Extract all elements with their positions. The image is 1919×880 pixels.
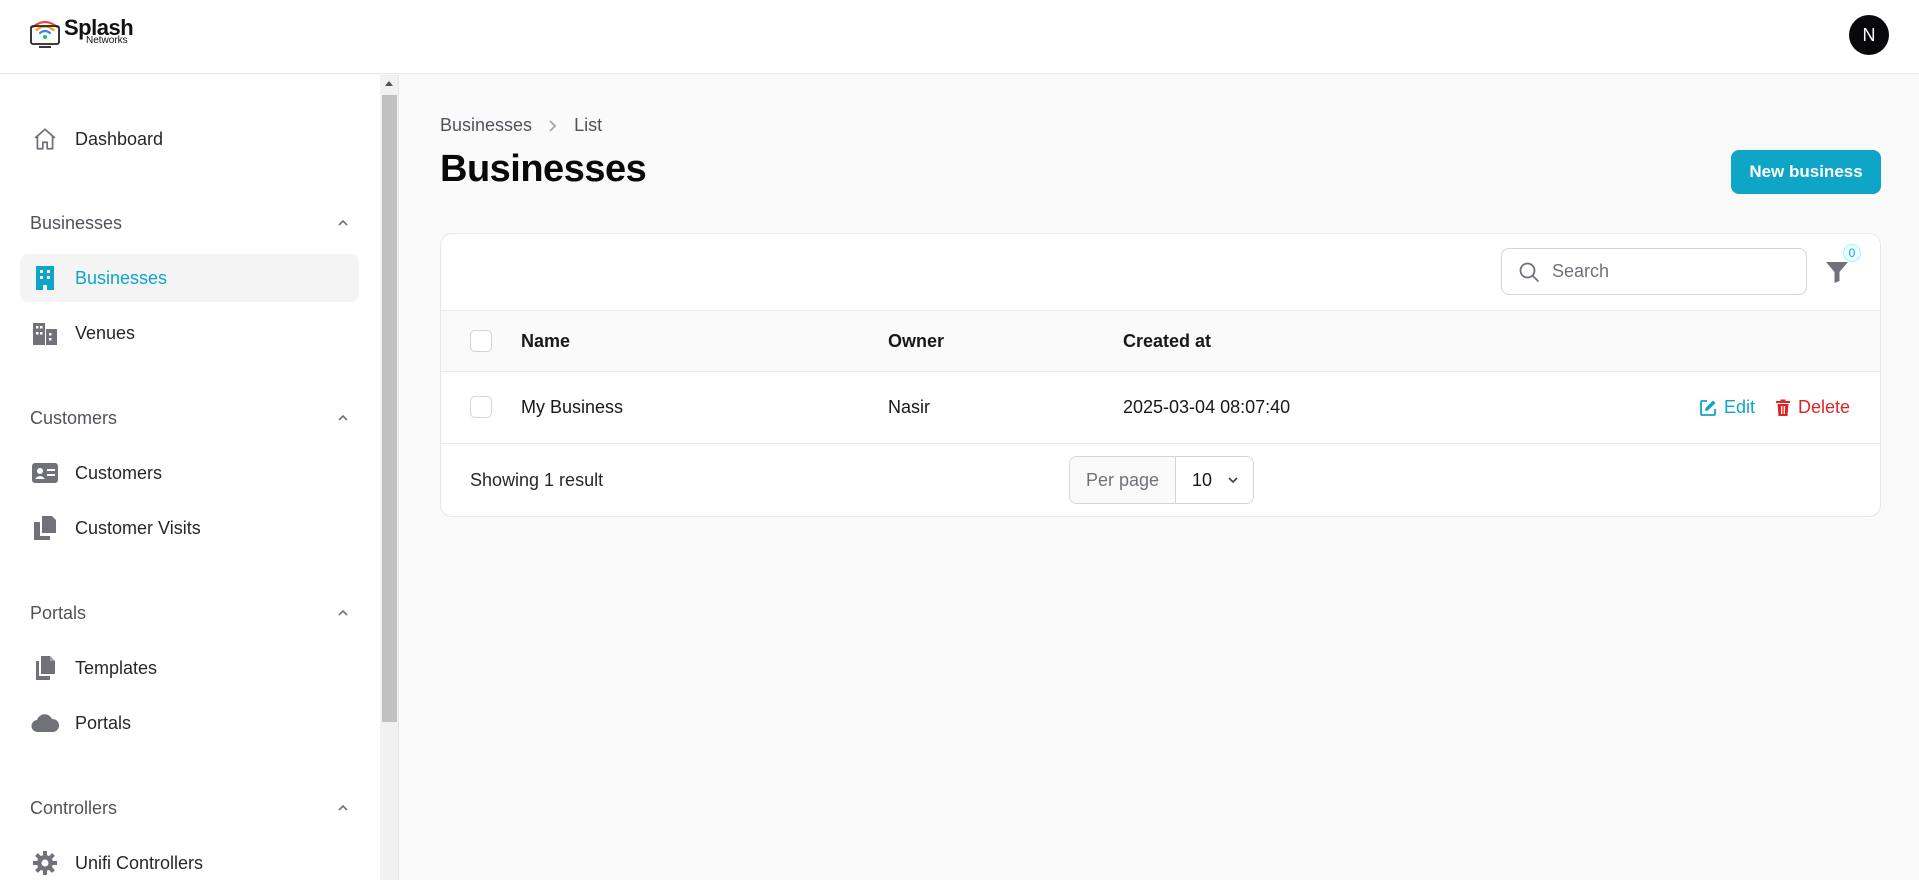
chevron-up-icon [338,609,348,616]
per-page-control: Per page 10 [1069,456,1254,504]
cell-owner: Nasir [888,397,931,417]
chevron-right-icon [548,119,558,133]
cell-name: My Business [521,397,624,417]
files-icon [30,654,60,682]
sidebar-group-label: Customers [30,407,118,428]
copy-icon [30,514,60,542]
sidebar-item-unifi-controllers[interactable]: Unifi Controllers [20,839,359,880]
column-header-owner[interactable]: Owner [888,331,944,352]
sidebar-group-label: Businesses [30,212,123,233]
sidebar-item-label: Unifi Controllers [75,852,204,873]
sidebar-group-controllers[interactable]: Controllers [30,793,349,823]
sidebar-item-dashboard[interactable]: Dashboard [20,115,359,163]
filter-icon[interactable] [1824,259,1850,285]
gear-icon [30,849,60,877]
row-checkbox[interactable] [470,396,492,418]
search-field[interactable] [1501,248,1807,295]
chevron-up-icon [338,219,348,226]
id-card-icon [30,459,60,487]
edit-button[interactable]: Edit [1699,397,1755,418]
scroll-up-arrow-icon[interactable] [385,81,393,86]
scrollbar-thumb[interactable] [382,95,397,722]
home-icon [30,125,60,153]
sidebar-item-templates[interactable]: Templates [20,644,359,692]
search-input[interactable] [1552,261,1782,282]
sidebar-item-label: Venues [75,322,136,343]
filter-count-badge: 0 [1843,244,1861,262]
column-header-name[interactable]: Name [521,331,570,352]
sidebar-item-label: Templates [75,657,158,678]
chevron-up-icon [338,804,348,811]
chevron-up-icon [338,414,348,421]
per-page-select[interactable]: 10 [1176,457,1253,503]
sidebar: Dashboard Businesses Businesses Venues C… [0,75,380,880]
splash-networks-logo[interactable]: Splash Networks [29,17,134,49]
brand-subtitle: Networks [86,35,128,46]
column-header-created-at[interactable]: Created at [1123,331,1211,352]
sidebar-item-label: Dashboard [75,128,164,149]
table-header: Name Owner Created at [441,310,1880,372]
delete-label: Delete [1798,397,1851,417]
sidebar-group-businesses[interactable]: Businesses [30,208,349,238]
sidebar-item-label: Customer Visits [75,517,201,538]
per-page-value: 10 [1192,469,1213,490]
edit-label: Edit [1724,397,1756,417]
cloud-icon [30,709,60,737]
sidebar-item-customers[interactable]: Customers [20,449,359,497]
city-buildings-icon [30,319,60,347]
sidebar-item-businesses[interactable]: Businesses [20,254,359,302]
cell-created-at: 2025-03-04 08:07:40 [1123,397,1291,417]
table-row[interactable]: My Business Nasir 2025-03-04 08:07:40 Ed… [441,372,1880,444]
sidebar-group-portals[interactable]: Portals [30,598,349,628]
building-icon [30,264,60,292]
results-summary: Showing 1 result [470,470,604,490]
new-business-button[interactable]: New business [1731,150,1881,194]
breadcrumb: Businesses List [440,115,602,136]
delete-button[interactable]: Delete [1775,397,1850,418]
search-icon [1518,261,1540,283]
sidebar-group-label: Portals [30,602,87,623]
top-bar: Splash Networks N [0,0,1919,74]
sidebar-item-portals[interactable]: Portals [20,699,359,747]
sidebar-item-label: Portals [75,712,132,733]
trash-icon [1776,399,1790,416]
sidebar-item-customer-visits[interactable]: Customer Visits [20,504,359,552]
breadcrumb-current: List [574,115,603,135]
businesses-table-card: 0 Name Owner Created at My Business Nasi… [440,233,1881,517]
breadcrumb-parent-link[interactable]: Businesses [440,115,532,136]
page-title: Businesses [440,148,647,190]
sidebar-item-venues[interactable]: Venues [20,309,359,357]
per-page-label: Per page [1070,457,1176,503]
edit-icon [1700,399,1716,416]
chevron-down-icon [1228,477,1238,484]
wifi-monitor-icon [30,20,60,48]
sidebar-group-label: Controllers [30,797,118,818]
sidebar-scrollbar[interactable] [380,75,399,880]
sidebar-group-customers[interactable]: Customers [30,403,349,433]
sidebar-item-label: Customers [75,462,163,483]
select-all-checkbox[interactable] [470,330,492,352]
sidebar-item-label: Businesses [75,267,168,288]
user-avatar[interactable]: N [1849,15,1889,55]
